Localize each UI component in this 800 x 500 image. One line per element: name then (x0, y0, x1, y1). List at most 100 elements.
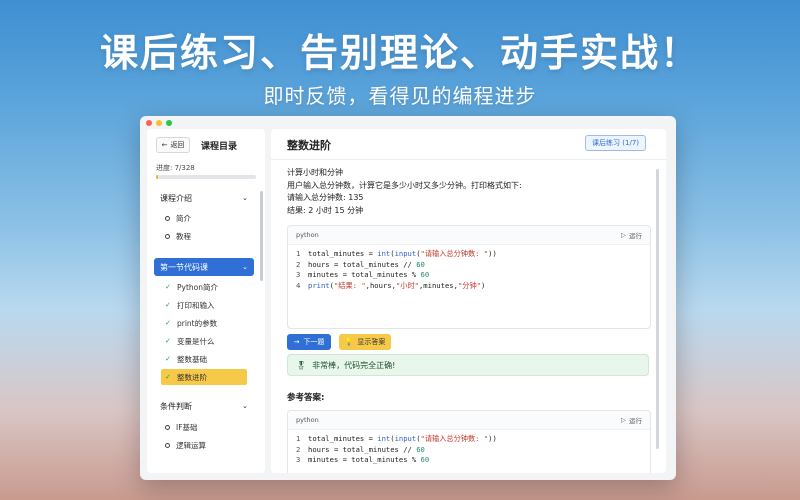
play-icon: ▷ (621, 231, 626, 239)
chevron-down-icon: ⌄ (242, 263, 248, 271)
hero-subline: 即时反馈，看得见的编程进步 (263, 84, 537, 108)
code-token: hours = total_minutes // (308, 259, 417, 269)
minimize-window-button[interactable] (156, 120, 162, 126)
code-token: "请输入总分钟数: " (420, 249, 489, 258)
code-token: 60 (420, 270, 430, 279)
code-line: 2 hours = total_minutes // 60 (296, 445, 650, 456)
content-scrollbar[interactable] (656, 169, 659, 449)
sidebar-item-integer-basics[interactable]: ✓ 整数基础 (161, 351, 247, 367)
sidebar-scrollbar[interactable] (260, 191, 263, 281)
sidebar-item-label: IF基础 (176, 422, 198, 432)
answer-run-button[interactable]: ▷ 运行 (621, 415, 642, 425)
run-button-label: 运行 (629, 417, 642, 425)
sidebar-item-variables[interactable]: ✓ 变量是什么 (161, 333, 247, 349)
back-button-label: 返回 (170, 141, 185, 149)
progress-bar-fill (156, 175, 159, 179)
circle-icon (165, 233, 170, 239)
arrow-left-icon: ← (161, 141, 168, 149)
success-message: 非常棒，代码完全正确! (312, 360, 396, 370)
code-token: ,minutes, (418, 280, 458, 290)
exercise-progress-button[interactable]: 课后练习 (1/7) (585, 135, 646, 151)
chevron-down-icon: ⌄ (242, 402, 248, 410)
sidebar-item-tutorial[interactable]: 教程 (161, 228, 247, 244)
check-icon: ✓ (165, 337, 171, 345)
course-sidebar: ← 返回 课程目录 进度: 7/328 课程介绍 ⌄ 简介 教程 第一节代码课 … (147, 129, 265, 473)
check-icon: ✓ (165, 373, 171, 381)
section-label: 课程介绍 (160, 193, 192, 203)
check-icon: ✓ (165, 355, 171, 363)
zoom-window-button[interactable] (166, 120, 172, 126)
line-number: 1 (296, 249, 301, 258)
circle-icon (165, 442, 170, 448)
section-label: 条件判断 (160, 401, 192, 411)
sidebar-item-print-params[interactable]: ✓ print的参数 (161, 315, 247, 331)
sidebar-item-label: 整数进阶 (177, 372, 207, 382)
show-answer-label: 显示答案 (357, 338, 386, 346)
app-window: ← 返回 课程目录 进度: 7/328 课程介绍 ⌄ 简介 教程 第一节代码课 … (140, 116, 676, 480)
description-line: 用户输入总分钟数，计算它是多少小时又多少分钟。打印格式如下: (287, 180, 522, 190)
description-line: 计算小时和分钟 (287, 168, 343, 177)
lesson-content: 整数进阶 课后练习 (1/7) 计算小时和分钟 用户输入总分钟数，计算它是多少小… (271, 129, 666, 473)
close-window-button[interactable] (146, 120, 152, 126)
code-line: 2 hours = total_minutes // 60 (296, 260, 650, 271)
line-number: 3 (296, 270, 301, 279)
code-token: total_minutes = (308, 249, 378, 258)
code-token: 60 (420, 455, 430, 464)
line-number: 3 (296, 455, 301, 464)
answer-header: python ▷ 运行 (288, 411, 650, 430)
sidebar-item-label: 整数基础 (177, 354, 207, 364)
sidebar-item-integer-advanced[interactable]: ✓ 整数进阶 (161, 369, 247, 385)
run-button-label: 运行 (629, 232, 642, 240)
show-answer-button[interactable]: 💡 显示答案 (339, 334, 391, 350)
lightbulb-icon: 💡 (344, 338, 354, 346)
code-token: minutes = total_minutes % (308, 455, 421, 464)
progress-bar (156, 175, 256, 179)
window-controls (146, 120, 172, 126)
sidebar-item-if-basics[interactable]: IF基础 (161, 419, 247, 435)
exercise-description: 计算小时和分钟 用户输入总分钟数，计算它是多少小时又多少分钟。打印格式如下: 请… (287, 167, 522, 217)
sidebar-section-conditions[interactable]: 条件判断 ⌄ (154, 397, 254, 415)
circle-icon (165, 424, 170, 430)
play-icon: ▷ (621, 416, 626, 424)
description-line: 结果: 2 小时 15 分钟 (287, 205, 364, 215)
sidebar-section-intro[interactable]: 课程介绍 ⌄ (154, 189, 254, 207)
description-line: 请输入总分钟数: 135 (287, 193, 364, 202)
badge-check-icon: 🎖 (296, 360, 307, 370)
line-number: 2 (296, 444, 301, 454)
code-area[interactable]: 1 total_minutes = int(input("请输入总分钟数: "))… (288, 245, 650, 295)
check-icon: ✓ (165, 319, 171, 327)
code-editor[interactable]: python ▷ 运行 1 total_minutes = int(input("… (287, 225, 651, 329)
run-button[interactable]: ▷ 运行 (621, 230, 642, 240)
code-token: minutes = total_minutes % (308, 270, 421, 279)
back-button[interactable]: ← 返回 (156, 137, 190, 153)
answer-code-area: 1 total_minutes = int(input("请输入总分钟数: "))… (288, 430, 650, 470)
check-icon: ✓ (165, 283, 171, 291)
code-token: ) (480, 280, 486, 290)
line-number: 4 (296, 280, 301, 290)
code-token: "分钟" (457, 280, 481, 290)
next-question-label: 下一题 (303, 338, 325, 346)
code-token: 60 (416, 444, 425, 454)
code-token: print (308, 280, 330, 290)
hero-headline: 课后练习、告别理论、动手实战！ (99, 31, 700, 75)
sidebar-section-first-lesson[interactable]: 第一节代码课 ⌄ (154, 258, 254, 276)
code-token: input (394, 434, 417, 443)
sidebar-item-label: 简介 (176, 213, 191, 223)
code-token: )) (488, 434, 497, 443)
sidebar-item-print-input[interactable]: ✓ 打印和输入 (161, 297, 247, 313)
sidebar-item-intro[interactable]: 简介 (161, 210, 247, 226)
sidebar-item-label: Python简介 (177, 282, 218, 292)
editor-language: python (296, 231, 319, 239)
sidebar-item-label: 逻辑运算 (176, 440, 206, 450)
code-token: "结果: " (333, 280, 366, 290)
code-line: 1 total_minutes = int(input("请输入总分钟数: ")) (296, 249, 650, 260)
sidebar-item-logic-ops[interactable]: 逻辑运算 (161, 437, 247, 453)
chevron-down-icon: ⌄ (242, 194, 248, 202)
code-token: input (394, 249, 417, 258)
code-token: ,hours, (365, 280, 396, 290)
success-alert: 🎖 非常棒，代码完全正确! (287, 354, 649, 376)
arrow-right-icon: → (293, 338, 300, 346)
next-question-button[interactable]: → 下一题 (287, 334, 331, 350)
circle-icon (165, 215, 170, 221)
sidebar-item-python-intro[interactable]: ✓ Python简介 (161, 279, 247, 295)
